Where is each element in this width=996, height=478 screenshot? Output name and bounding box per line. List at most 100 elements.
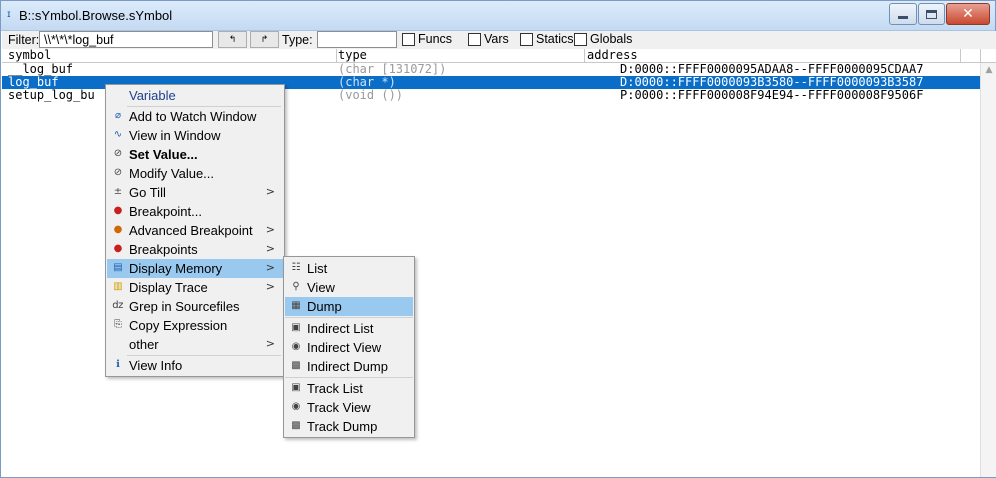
track-dump-icon: ▩ xyxy=(291,420,301,431)
menu-item-modify-value[interactable]: ⊘ Modify Value... xyxy=(107,164,283,183)
maximize-icon xyxy=(926,9,937,19)
submenu-item-track-dump[interactable]: ▩ Track Dump xyxy=(285,417,413,436)
submenu-item-track-list[interactable]: ▣ Track List xyxy=(285,379,413,398)
menu-item-grep-in-sourcefiles[interactable]: ǳ Grep in Sourcefiles xyxy=(107,297,283,316)
statics-checkbox[interactable]: Statics xyxy=(520,32,574,46)
title-bar[interactable]: ɪ B::sYmbol.Browse.sYmbol ✕ xyxy=(1,1,995,31)
vars-checkbox[interactable]: Vars xyxy=(468,32,509,46)
column-divider[interactable] xyxy=(336,49,337,63)
funcs-checkbox-label: Funcs xyxy=(418,32,453,46)
breakpoints-icon: ● xyxy=(113,243,123,254)
modify-icon: ⊘ xyxy=(113,167,123,178)
globals-checkbox[interactable]: Globals xyxy=(574,32,632,46)
minimize-icon xyxy=(898,15,908,19)
submenu-item-indirect-dump[interactable]: ▩ Indirect Dump xyxy=(285,357,413,376)
menu-item-display-memory[interactable]: ▤ Display Memory > xyxy=(107,259,283,278)
arrow-up-icon: ↰ xyxy=(228,34,237,45)
submenu-item-indirect-list[interactable]: ▣ Indirect List xyxy=(285,319,413,338)
filter-right-button[interactable]: ↱ xyxy=(250,31,279,48)
dump-icon: ▦ xyxy=(291,300,301,311)
window-title: B::sYmbol.Browse.sYmbol xyxy=(19,8,173,23)
row-address: P:0000::FFFF000008F94E94--FFFF000008F950… xyxy=(620,88,924,102)
breakpoint-icon: ● xyxy=(113,205,123,216)
maximize-button[interactable] xyxy=(918,3,945,25)
submenu-item-list[interactable]: ☷ List xyxy=(285,259,413,278)
funcs-checkbox-box[interactable] xyxy=(402,32,415,46)
column-divider[interactable] xyxy=(960,49,961,63)
menu-item-go-till[interactable]: ± Go Till > xyxy=(107,183,283,202)
menu-separator xyxy=(285,377,413,378)
track-list-icon: ▣ xyxy=(291,382,301,393)
menu-item-breakpoints[interactable]: ● Breakpoints > xyxy=(107,240,283,259)
menu-item-advanced-breakpoint[interactable]: ● Advanced Breakpoint > xyxy=(107,221,283,240)
go-till-icon: ± xyxy=(113,186,123,197)
submenu-arrow-icon: > xyxy=(265,242,275,255)
menu-item-add-to-watch-window[interactable]: ⌀ Add to Watch Window xyxy=(107,107,283,126)
row-type: (void ()) xyxy=(338,88,404,102)
filter-toolbar: Filter: \\*\*\*log_buf ↰ ↱ Type: Funcs V… xyxy=(2,31,996,49)
view-icon: ∿ xyxy=(113,129,123,140)
column-address[interactable]: address xyxy=(587,49,638,62)
submenu-item-track-view[interactable]: ◉ Track View xyxy=(285,398,413,417)
vars-checkbox-box[interactable] xyxy=(468,32,481,46)
menu-item-breakpoint[interactable]: ● Breakpoint... xyxy=(107,202,283,221)
grep-icon: ǳ xyxy=(112,300,124,311)
indirect-view-icon: ◉ xyxy=(291,341,301,352)
menu-item-view-in-window[interactable]: ∿ View in Window xyxy=(107,126,283,145)
row-symbol: setup_log_bu xyxy=(8,88,95,102)
submenu-arrow-icon: > xyxy=(265,185,275,198)
menu-item-copy-expression[interactable]: ⎘ Copy Expression xyxy=(107,316,283,335)
submenu-item-dump[interactable]: ▦ Dump xyxy=(285,297,413,316)
type-input[interactable] xyxy=(317,31,397,48)
column-divider[interactable] xyxy=(584,49,585,63)
memory-icon: ▤ xyxy=(113,262,123,273)
menu-item-set-value[interactable]: ⊘ Set Value... xyxy=(107,145,283,164)
magnifier-icon: ⚲ xyxy=(292,281,300,292)
column-type[interactable]: type xyxy=(338,49,367,62)
filter-label: Filter: xyxy=(8,33,40,47)
column-symbol[interactable]: symbol xyxy=(8,49,51,62)
menu-item-display-trace[interactable]: ▥ Display Trace > xyxy=(107,278,283,297)
submenu-item-indirect-view[interactable]: ◉ Indirect View xyxy=(285,338,413,357)
statics-checkbox-label: Statics xyxy=(536,32,574,46)
arrow-right-icon: ↱ xyxy=(260,34,269,45)
menu-item-variable: Variable xyxy=(129,88,176,103)
advanced-breakpoint-icon: ● xyxy=(113,224,123,235)
indirect-list-icon: ▣ xyxy=(291,322,301,333)
minimize-button[interactable] xyxy=(889,3,917,25)
filter-up-button[interactable]: ↰ xyxy=(218,31,247,48)
funcs-checkbox[interactable]: Funcs xyxy=(402,32,452,46)
menu-separator xyxy=(285,317,413,318)
filter-input[interactable]: \\*\*\*log_buf xyxy=(39,31,213,48)
submenu-arrow-icon: > xyxy=(265,280,275,293)
column-header: symbol type address xyxy=(2,49,980,63)
header-corner xyxy=(980,49,996,63)
vertical-scrollbar[interactable]: ▲ xyxy=(980,63,996,477)
indirect-dump-icon: ▩ xyxy=(291,360,301,371)
track-view-icon: ◉ xyxy=(291,401,301,412)
info-icon: ℹ xyxy=(116,359,120,370)
display-memory-submenu: ☷ List ⚲ View ▦ Dump ▣ Indirect List ◉ I… xyxy=(283,256,415,438)
submenu-arrow-icon: > xyxy=(265,261,275,274)
submenu-arrow-icon: > xyxy=(265,337,275,350)
watch-icon: ⌀ xyxy=(114,110,122,121)
close-icon: ✕ xyxy=(962,6,974,22)
globals-checkbox-label: Globals xyxy=(590,32,633,46)
copy-icon: ⎘ xyxy=(114,319,122,330)
symbol-browser-window: ɪ B::sYmbol.Browse.sYmbol ✕ Filter: \\*\… xyxy=(0,0,996,478)
menu-item-view-info[interactable]: ℹ View Info xyxy=(107,356,283,375)
app-icon: ɪ xyxy=(7,9,11,20)
type-label: Type: xyxy=(282,33,313,47)
context-menu: Variable ⌀ Add to Watch Window ∿ View in… xyxy=(105,84,285,377)
trace-icon: ▥ xyxy=(113,281,123,292)
menu-item-other[interactable]: other > xyxy=(107,335,283,354)
list-icon: ☷ xyxy=(291,262,301,273)
close-button[interactable]: ✕ xyxy=(946,3,990,25)
vars-checkbox-label: Vars xyxy=(484,32,509,46)
submenu-item-view[interactable]: ⚲ View xyxy=(285,278,413,297)
globals-checkbox-box[interactable] xyxy=(574,32,587,46)
scroll-up-icon[interactable]: ▲ xyxy=(981,65,996,79)
statics-checkbox-box[interactable] xyxy=(520,32,533,46)
set-value-icon: ⊘ xyxy=(113,148,123,159)
submenu-arrow-icon: > xyxy=(265,223,275,236)
